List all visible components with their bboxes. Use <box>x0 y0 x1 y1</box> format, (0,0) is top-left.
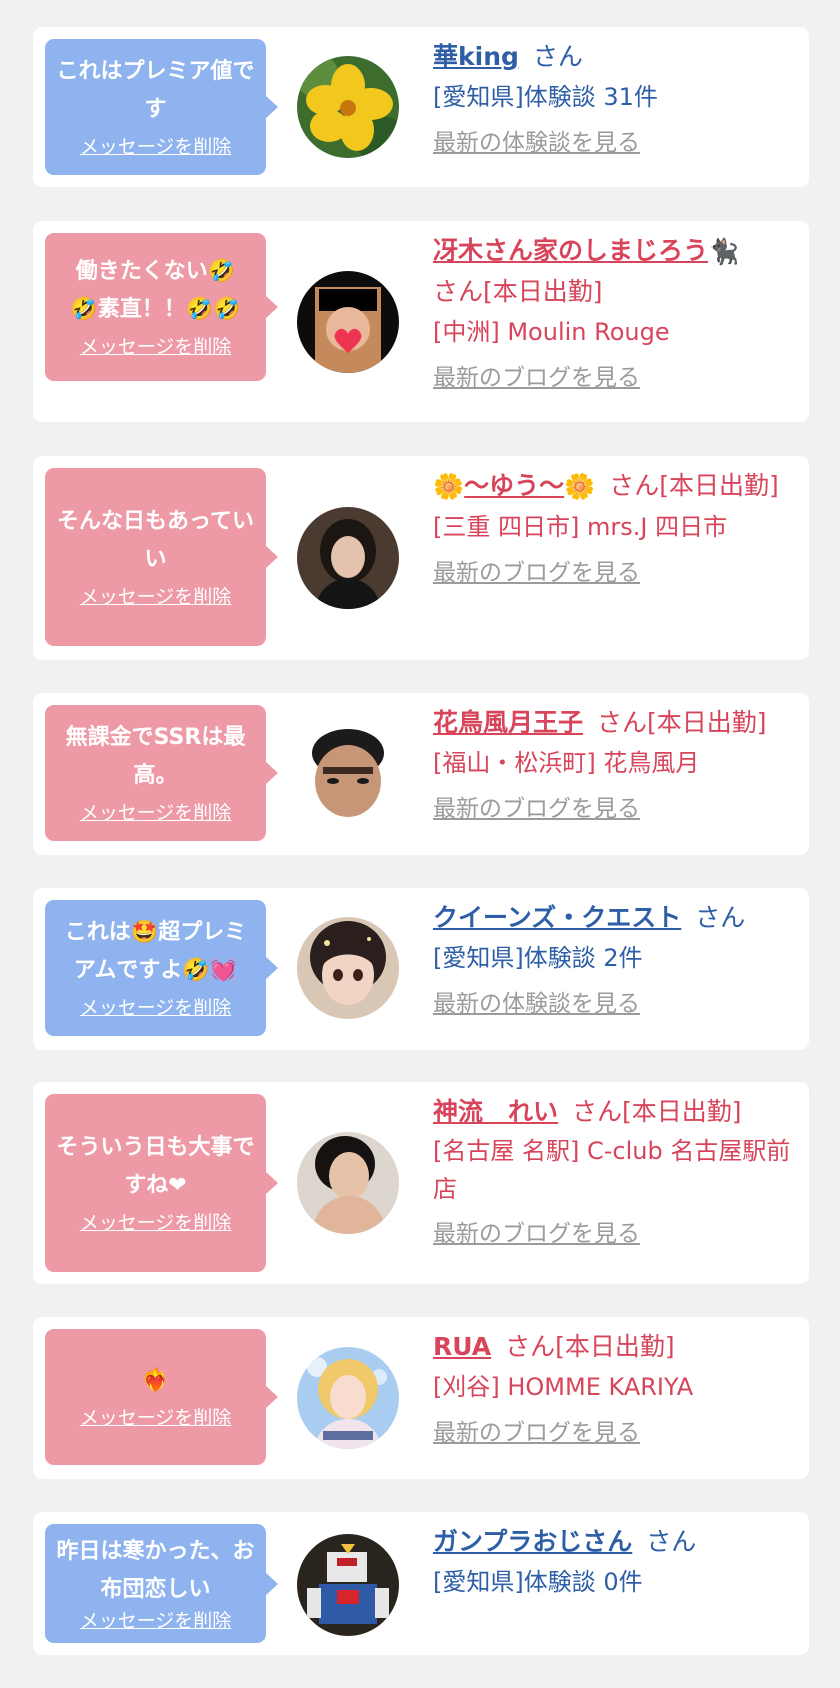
user-info: 花鳥風月王子 さん[本日出勤] [福山・松浜町] 花鳥風月 最新のブログを見る <box>433 703 791 825</box>
user-info: 神流 れい さん[本日出勤] [名古屋 名駅] C-club 名古屋駅前店 最新の… <box>433 1092 791 1250</box>
latest-blog-link[interactable]: 最新のブログを見る <box>433 793 640 825</box>
message-text: ❤‍🔥 <box>141 1368 170 1393</box>
list-item: これはプレミア値です メッセージを削除 華king さん [愛知県]体験談 31… <box>33 27 809 187</box>
message-text: そういう日も大事ですね❤ <box>56 1135 255 1198</box>
message-bubble: 無課金でSSRは最高。 メッセージを削除 <box>45 705 278 841</box>
list-item: 昨日は寒かった、お布団恋しい メッセージを削除 ガンプラおじさん さん [愛知県]… <box>33 1512 809 1655</box>
user-name-link[interactable]: 冴木さん家のしまじろう <box>433 236 708 265</box>
list-item: ❤‍🔥 メッセージを削除 RUA さん[本日出勤] [刈谷] HOMME KARI… <box>33 1317 809 1479</box>
avatar[interactable] <box>297 56 399 158</box>
user-name-link[interactable]: 神流 れい <box>433 1097 558 1126</box>
delete-message-link[interactable]: メッセージを削除 <box>80 585 232 609</box>
message-bubble: 昨日は寒かった、お布団恋しい メッセージを削除 <box>45 1524 278 1643</box>
user-name-link[interactable]: クイーンズ・クエスト <box>433 903 681 932</box>
message-bubble: ❤‍🔥 メッセージを削除 <box>45 1329 278 1465</box>
user-suffix: さん <box>646 1527 697 1556</box>
user-info: ガンプラおじさん さん [愛知県]体験談 0件 <box>433 1522 791 1602</box>
portrait-avatar-image <box>297 1132 399 1234</box>
user-meta: [名古屋 名駅] C-club 名古屋駅前店 <box>433 1137 791 1203</box>
avatar[interactable] <box>297 507 399 609</box>
flower-icon: 🌼 <box>433 472 465 501</box>
avatar[interactable] <box>297 1132 399 1234</box>
anime-avatar-image <box>297 917 399 1019</box>
avatar[interactable] <box>297 723 399 825</box>
user-info: クイーンズ・クエスト さん [愛知県]体験談 2件 最新の体験談を見る <box>433 898 791 1020</box>
user-suffix: さん <box>532 42 583 71</box>
list-item: 無課金でSSRは最高。 メッセージを削除 花鳥風月王子 さん[本日出勤] [福山・… <box>33 693 809 855</box>
message-text: 働きたくない🤣🤣素直！！🤣🤣 <box>70 259 241 322</box>
portrait-avatar-image <box>297 723 399 825</box>
latest-blog-link[interactable]: 最新のブログを見る <box>433 1218 640 1250</box>
cat-icon: 🐈‍⬛ <box>708 237 740 266</box>
user-suffix: さん[本日出勤] <box>505 1332 675 1361</box>
user-meta: [中洲] Moulin Rouge <box>433 318 670 346</box>
portrait-avatar-image <box>297 271 399 373</box>
flower-icon: 🌼 <box>564 472 596 501</box>
list-item: 働きたくない🤣🤣素直！！🤣🤣 メッセージを削除 冴木さん家のしまじろう🐈‍⬛ さ… <box>33 221 809 422</box>
message-text: これは🤩超プレミアムですよ🤣💓 <box>64 920 247 983</box>
user-meta: [愛知県]体験談 0件 <box>433 1568 643 1596</box>
user-name-link[interactable]: ガンプラおじさん <box>433 1527 632 1556</box>
user-info: 🌼〜ゆう〜🌼 さん[本日出勤] [三重 四日市] mrs.J 四日市 最新のブログ… <box>433 466 791 589</box>
user-suffix: さん[本日出勤] <box>609 471 779 500</box>
user-info: RUA さん[本日出勤] [刈谷] HOMME KARIYA 最新のブログを見る <box>433 1327 791 1449</box>
latest-blog-link[interactable]: 最新のブログを見る <box>433 362 640 394</box>
user-info: 華king さん [愛知県]体験談 31件 最新の体験談を見る <box>433 37 791 159</box>
latest-blog-link[interactable]: 最新のブログを見る <box>433 1417 640 1449</box>
delete-message-link[interactable]: メッセージを削除 <box>80 1406 232 1430</box>
user-name-link[interactable]: 華king <box>433 42 519 71</box>
message-bubble: そんな日もあっていい メッセージを削除 <box>45 468 278 646</box>
avatar[interactable] <box>297 1534 399 1636</box>
message-bubble: 働きたくない🤣🤣素直！！🤣🤣 メッセージを削除 <box>45 233 278 381</box>
user-suffix: さん <box>695 903 746 932</box>
flower-avatar-image <box>297 56 399 158</box>
list-item: これは🤩超プレミアムですよ🤣💓 メッセージを削除 クイーンズ・クエスト さん [愛… <box>33 888 809 1050</box>
message-text: これはプレミア値です <box>56 59 255 122</box>
message-text: そんな日もあっていい <box>57 509 254 572</box>
message-bubble: これは🤩超プレミアムですよ🤣💓 メッセージを削除 <box>45 900 278 1036</box>
user-suffix: さん[本日出勤] <box>433 277 603 306</box>
message-list: これはプレミア値です メッセージを削除 華king さん [愛知県]体験談 31… <box>0 0 840 1655</box>
message-text: 昨日は寒かった、お布団恋しい <box>56 1538 255 1602</box>
list-item: そういう日も大事ですね❤ メッセージを削除 神流 れい さん[本日出勤] [名古屋… <box>33 1082 809 1284</box>
avatar[interactable] <box>297 917 399 1019</box>
user-suffix: さん[本日出勤] <box>572 1097 742 1126</box>
user-meta: [福山・松浜町] 花鳥風月 <box>433 749 700 777</box>
portrait-avatar-image <box>297 1347 399 1449</box>
user-suffix: さん[本日出勤] <box>597 708 767 737</box>
user-name-link[interactable]: RUA <box>433 1332 491 1361</box>
latest-review-link[interactable]: 最新の体験談を見る <box>433 988 640 1020</box>
user-meta: [三重 四日市] mrs.J 四日市 <box>433 513 728 541</box>
delete-message-link[interactable]: メッセージを削除 <box>80 1609 232 1633</box>
avatar[interactable] <box>297 271 399 373</box>
robot-avatar-image <box>297 1534 399 1636</box>
user-name-link[interactable]: 花鳥風月王子 <box>433 708 583 737</box>
user-meta: [愛知県]体験談 31件 <box>433 83 658 111</box>
latest-review-link[interactable]: 最新の体験談を見る <box>433 127 640 159</box>
message-bubble: そういう日も大事ですね❤ メッセージを削除 <box>45 1094 278 1272</box>
user-name-link[interactable]: 〜ゆう〜 <box>464 471 564 500</box>
portrait-avatar-image <box>297 507 399 609</box>
delete-message-link[interactable]: メッセージを削除 <box>80 1211 232 1235</box>
user-info: 冴木さん家のしまじろう🐈‍⬛ さん[本日出勤] [中洲] Moulin Roug… <box>433 231 791 394</box>
latest-blog-link[interactable]: 最新のブログを見る <box>433 557 640 589</box>
list-item: そんな日もあっていい メッセージを削除 🌼〜ゆう〜🌼 さん[本日出勤] [三重 四… <box>33 456 809 660</box>
delete-message-link[interactable]: メッセージを削除 <box>80 801 232 825</box>
message-text: 無課金でSSRは最高。 <box>65 725 246 788</box>
delete-message-link[interactable]: メッセージを削除 <box>80 996 232 1020</box>
user-meta: [愛知県]体験談 2件 <box>433 944 643 972</box>
avatar[interactable] <box>297 1347 399 1449</box>
delete-message-link[interactable]: メッセージを削除 <box>80 135 232 159</box>
delete-message-link[interactable]: メッセージを削除 <box>80 335 232 359</box>
user-meta: [刈谷] HOMME KARIYA <box>433 1373 694 1401</box>
message-bubble: これはプレミア値です メッセージを削除 <box>45 39 278 175</box>
